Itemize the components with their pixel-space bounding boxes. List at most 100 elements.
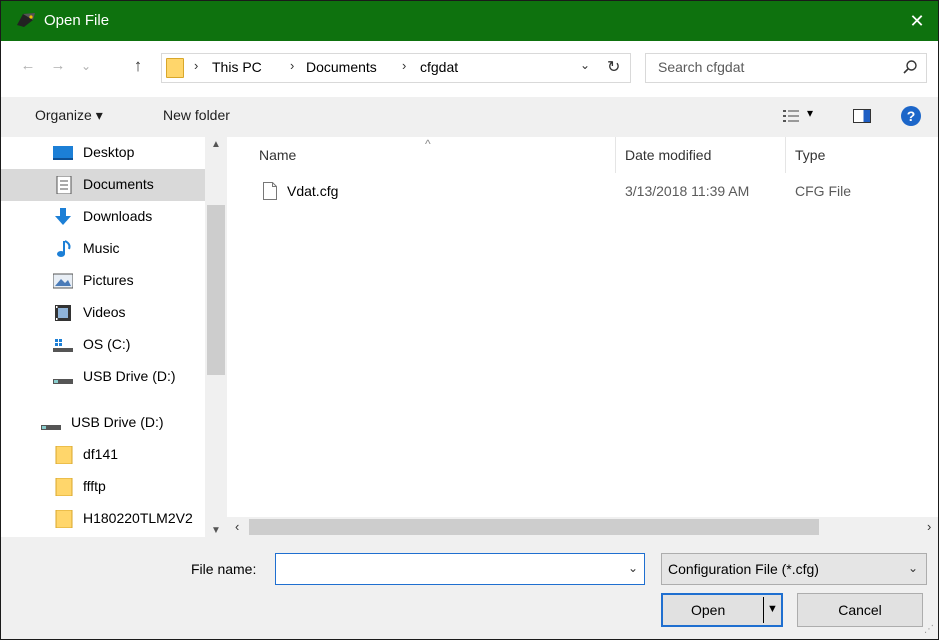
scrollbar-thumb[interactable] [207, 205, 225, 375]
usb-drive-icon [41, 425, 61, 430]
pictures-icon [53, 273, 73, 289]
open-button-label: Open [691, 602, 726, 618]
folder-icon [55, 446, 73, 464]
close-button[interactable]: ✕ [896, 1, 938, 41]
breadcrumb-this-pc[interactable]: This PC [212, 59, 262, 75]
file-name-dropdown-button[interactable]: ⌄ [628, 561, 638, 575]
sort-ascending-icon: ^ [425, 137, 431, 151]
videos-icon [55, 305, 71, 321]
sidebar-item-usb-drive-root[interactable]: USB Drive (D:) [1, 407, 205, 439]
sidebar-item-df141[interactable]: df141 [1, 439, 205, 471]
help-icon[interactable]: ? [901, 106, 921, 126]
search-box[interactable]: Search cfgdat [645, 53, 927, 83]
back-button[interactable]: ← [19, 55, 37, 77]
scroll-up-button[interactable]: ▲ [211, 139, 221, 150]
sidebar-item-label: ffftp [83, 478, 106, 494]
column-header-date-modified[interactable]: Date modified [625, 147, 711, 163]
folder-icon [166, 58, 184, 78]
file-row[interactable]: Vdat.cfg 3/13/2018 11:39 AM CFG File [257, 177, 938, 207]
organize-button[interactable]: Organize ▾ [35, 107, 103, 124]
sidebar-item-label: Videos [83, 304, 126, 320]
open-file-dialog: Open File ✕ ← → ⌄ ↑ › This PC › Document… [0, 0, 939, 640]
sidebar-item-label: Pictures [83, 272, 134, 288]
file-name-label: File name: [191, 561, 257, 577]
window-title: Open File [44, 12, 110, 29]
column-header-name[interactable]: Name [259, 147, 296, 163]
file-icon [263, 182, 277, 200]
sidebar-item-label: OS (C:) [83, 336, 131, 352]
breadcrumb-separator: › [290, 58, 295, 73]
sidebar-item-label: df141 [83, 446, 119, 462]
file-date-modified: 3/13/2018 11:39 AM [625, 183, 750, 199]
resize-grip-icon[interactable]: ⋰ [924, 624, 934, 635]
breadcrumb-cfgdat[interactable]: cfgdat [420, 59, 458, 75]
breadcrumb-documents[interactable]: Documents [306, 59, 377, 75]
sidebar-item-documents[interactable]: Documents [1, 169, 205, 201]
drive-c-icon [53, 339, 73, 352]
sidebar-item-os-c[interactable]: OS (C:) [1, 329, 205, 361]
breadcrumb-separator: › [194, 58, 199, 73]
sidebar-item-label: H180220TLM2V2 [83, 510, 193, 526]
breadcrumb-separator: › [402, 58, 407, 73]
sidebar-item-desktop[interactable]: Desktop [1, 137, 205, 169]
open-button[interactable]: Open ▼ [661, 593, 783, 627]
forward-button[interactable]: → [49, 55, 67, 77]
chevron-down-icon: ⌄ [907, 561, 918, 575]
navigation-pane-scrollbar[interactable]: ▲ ▼ [205, 137, 227, 537]
usb-drive-icon [53, 379, 73, 384]
file-type: CFG File [795, 183, 851, 199]
file-list: ^ Name Date modified Type Vdat.cfg 3/13/… [227, 137, 938, 517]
column-divider[interactable] [615, 137, 616, 173]
app-icon [17, 13, 35, 27]
downloads-icon [55, 208, 71, 225]
sidebar-item-videos[interactable]: Videos [1, 297, 205, 329]
new-folder-button[interactable]: New folder [163, 107, 230, 123]
file-type-value: Configuration File (*.cfg) [668, 561, 819, 577]
file-name-input[interactable]: ⌄ [275, 553, 645, 585]
sidebar-item-label: USB Drive (D:) [71, 414, 164, 430]
cancel-button[interactable]: Cancel [797, 593, 923, 627]
sidebar-item-label: Desktop [83, 144, 135, 160]
title-bar: Open File ✕ [1, 1, 938, 41]
sidebar-item-music[interactable]: Music [1, 233, 205, 265]
preview-pane-icon[interactable] [853, 109, 871, 123]
sidebar-item-ffftp[interactable]: ffftp [1, 471, 205, 503]
column-header-type[interactable]: Type [795, 147, 825, 163]
search-icon [903, 60, 917, 74]
cancel-button-label: Cancel [838, 602, 882, 618]
sidebar-item-h180220tlm2v2[interactable]: H180220TLM2V2 [1, 503, 205, 535]
navigation-pane: Desktop Documents Downloads Music Pictur… [1, 137, 227, 537]
scrollbar-thumb[interactable] [249, 519, 819, 535]
file-type-select[interactable]: Configuration File (*.cfg) ⌄ [661, 553, 927, 585]
sidebar-item-label: USB Drive (D:) [83, 368, 176, 384]
sidebar-item-label: Music [83, 240, 120, 256]
scroll-down-button[interactable]: ▼ [211, 525, 221, 536]
address-dropdown-button[interactable]: ⌄ [580, 58, 590, 72]
sidebar-item-pictures[interactable]: Pictures [1, 265, 205, 297]
folder-icon [55, 478, 73, 496]
up-button[interactable]: ↑ [129, 55, 147, 77]
command-toolbar: Organize ▾ New folder ▾ ? [1, 97, 938, 137]
folder-icon [55, 510, 73, 528]
search-placeholder: Search cfgdat [658, 59, 745, 75]
file-list-horizontal-scrollbar[interactable]: ‹ › [227, 517, 938, 537]
sidebar-item-label: Documents [83, 176, 154, 192]
address-bar[interactable]: › This PC › Documents › cfgdat ⌄ ↻ [161, 53, 631, 83]
recent-locations-button[interactable]: ⌄ [79, 55, 93, 77]
dialog-footer: File name: ⌄ Configuration File (*.cfg) … [1, 537, 938, 639]
sidebar-item-downloads[interactable]: Downloads [1, 201, 205, 233]
desktop-icon [53, 146, 73, 160]
split-divider [763, 597, 764, 623]
view-dropdown-button[interactable]: ▾ [807, 106, 813, 120]
column-divider[interactable] [785, 137, 786, 173]
open-options-dropdown[interactable]: ▼ [767, 603, 778, 615]
sidebar-item-label: Downloads [83, 208, 153, 224]
music-icon [57, 240, 71, 257]
documents-icon [56, 176, 72, 194]
file-name: Vdat.cfg [287, 183, 339, 199]
scroll-left-button[interactable]: ‹ [235, 519, 239, 534]
view-options-icon[interactable] [783, 109, 799, 123]
scroll-right-button[interactable]: › [927, 519, 931, 534]
sidebar-item-usb-drive[interactable]: USB Drive (D:) [1, 361, 205, 393]
refresh-button[interactable]: ↻ [607, 57, 620, 77]
